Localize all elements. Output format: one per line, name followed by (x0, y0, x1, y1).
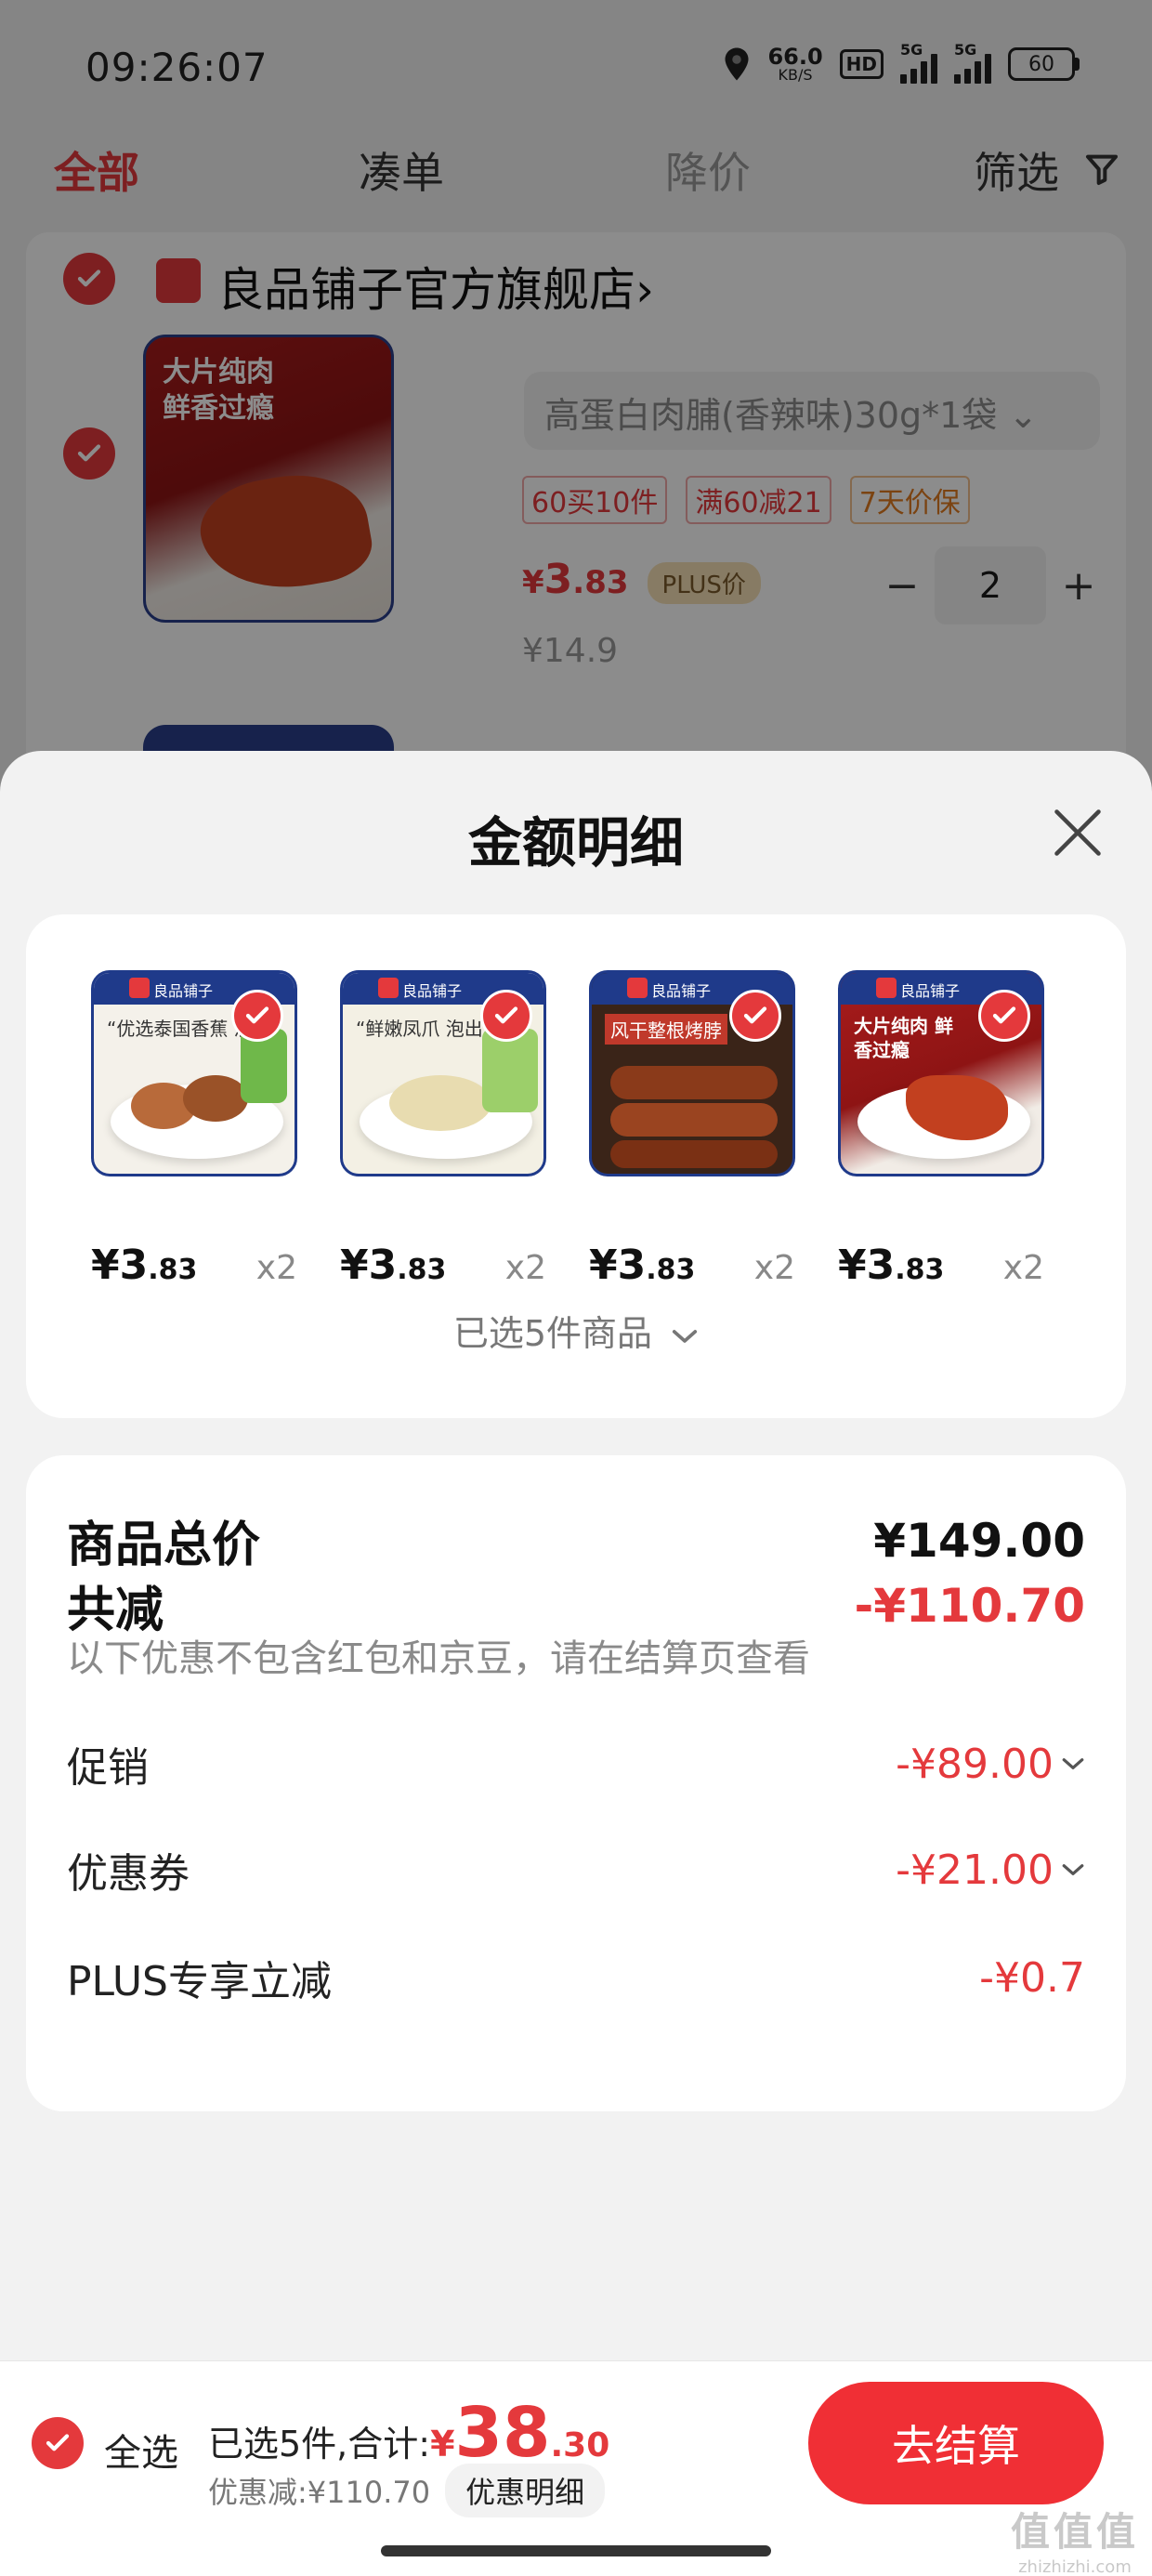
good-quantity: x2 (504, 1249, 546, 1287)
promo-label: 促销 (67, 1744, 149, 1792)
good-quantity: x2 (753, 1249, 795, 1287)
good-image: 良品铺子 “优选泰国香蕉 满” (91, 970, 297, 1176)
price-summary-card: 商品总价 ¥149.00 共减 -¥110.70 以下优惠不包含红包和京豆，请在… (26, 1455, 1126, 2111)
check-icon (231, 990, 283, 1042)
good-price: ¥3.83 (340, 1242, 447, 1289)
checkout-button[interactable]: 去结算 (808, 2382, 1104, 2504)
discount-summary: 优惠减:¥110.70 优惠明细 (208, 2464, 606, 2517)
coupon-label: 优惠券 (67, 1850, 190, 1898)
watermark: 值值值 zhizhizhi.com (1010, 2509, 1139, 2576)
coupon-value: -¥21.00 (896, 1847, 1085, 1894)
total-label: 商品总价 (67, 1518, 261, 1573)
sheet-title: 金额明细 (467, 811, 684, 874)
plus-discount-value: -¥0.7 (979, 1953, 1085, 2002)
good-price: ¥3.83 (91, 1242, 198, 1289)
discount-detail-button[interactable]: 优惠明细 (445, 2464, 606, 2517)
total-row: 商品总价 ¥149.00 (67, 1505, 1085, 1575)
reduce-value: -¥110.70 (854, 1578, 1086, 1633)
good-price: ¥3.83 (838, 1242, 945, 1289)
check-icon (480, 990, 532, 1042)
promo-row[interactable]: 促销 -¥89.00 (67, 1734, 1085, 1794)
selected-good[interactable]: 良品铺子 “鲜嫩凤爪 泡出爽” ¥3.83 x2 (340, 970, 546, 1289)
close-icon[interactable] (1050, 805, 1106, 861)
selected-goods-card: 良品铺子 “优选泰国香蕉 满” ¥3.83 x2 良品铺子 “鲜嫩凤爪 泡出爽” (26, 914, 1126, 1418)
good-image: 良品铺子 “鲜嫩凤爪 泡出爽” (340, 970, 546, 1176)
check-icon (978, 990, 1030, 1042)
good-quantity: x2 (1002, 1249, 1044, 1287)
chevron-down-icon (1062, 1758, 1084, 1769)
good-image: 良品铺子 风干整根烤脖 (589, 970, 795, 1176)
good-quantity: x2 (255, 1249, 297, 1287)
select-all-label[interactable]: 全选 (104, 2423, 178, 2477)
plus-discount-label: PLUS专享立减 (67, 1958, 332, 2005)
coupon-row[interactable]: 优惠券 -¥21.00 (67, 1840, 1085, 1899)
total-value: ¥149.00 (873, 1513, 1085, 1568)
check-icon (729, 990, 781, 1042)
plus-discount-row: PLUS专享立减 -¥0.7 (67, 1948, 1085, 2007)
selected-good[interactable]: 良品铺子 “优选泰国香蕉 满” ¥3.83 x2 (91, 970, 297, 1289)
good-price: ¥3.83 (589, 1242, 696, 1289)
chevron-down-icon (673, 1329, 698, 1343)
selected-good[interactable]: 良品铺子 风干整根烤脖 ¥3.83 x2 (589, 970, 795, 1289)
selected-good[interactable]: 良品铺子 大片纯肉 鲜香过瘾 ¥3.83 x2 (838, 970, 1044, 1289)
chevron-down-icon (1062, 1864, 1084, 1875)
select-all-checkbox[interactable] (32, 2417, 84, 2469)
check-icon (46, 2434, 70, 2451)
price-detail-sheet: 金额明细 良品铺子 “优选泰国香蕉 满” ¥3.83 x2 良品铺子 “鲜嫩凤爪… (0, 751, 1152, 2576)
expand-selected-goods[interactable]: 已选5件商品 (26, 1305, 1126, 1356)
good-image: 良品铺子 大片纯肉 鲜香过瘾 (838, 970, 1044, 1176)
checkout-bar: 全选 已选5件,合计: ¥ 38 .30 优惠减:¥110.70 优惠明细 去结… (0, 2360, 1152, 2576)
home-indicator[interactable] (381, 2545, 771, 2556)
cart-total: 已选5件,合计: ¥ 38 .30 (208, 2393, 610, 2473)
promo-value: -¥89.00 (896, 1741, 1085, 1788)
reduce-note: 以下优惠不包含红包和京豆，请在结算页查看 (67, 1637, 810, 1680)
